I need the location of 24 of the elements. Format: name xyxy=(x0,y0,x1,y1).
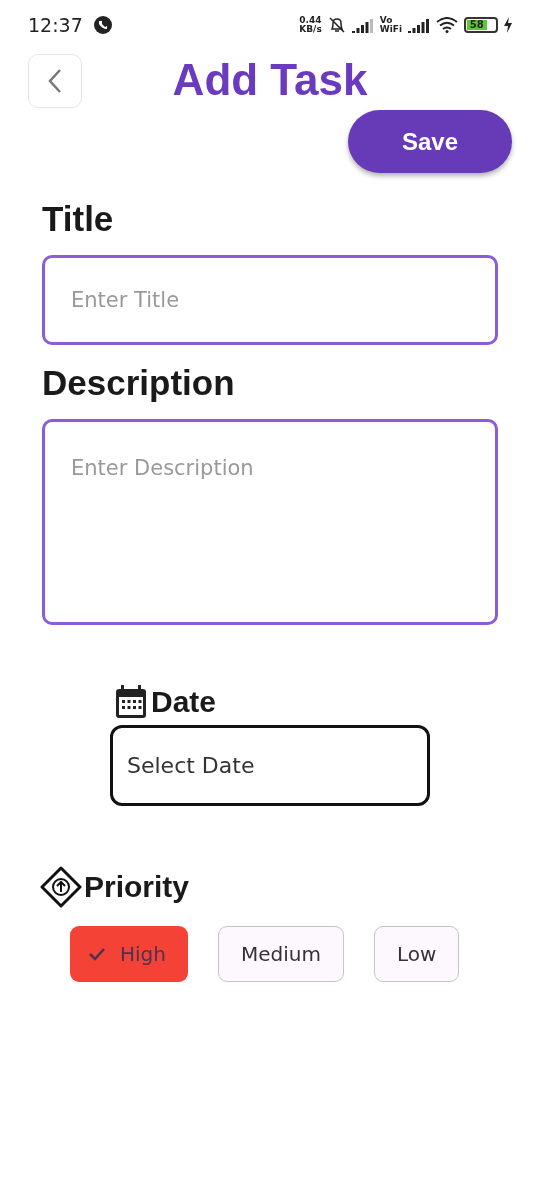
muted-bell-icon xyxy=(327,16,346,34)
status-time: 12:37 xyxy=(28,14,83,36)
battery-icon: 58 xyxy=(464,17,498,33)
vowifi-label: Vo WiFi xyxy=(379,16,402,34)
arrow-up-diamond-icon xyxy=(40,866,82,908)
wifi-icon xyxy=(436,17,458,33)
priority-label: Priority xyxy=(84,870,190,904)
page-title: Add Task xyxy=(172,55,368,105)
field-label: Title xyxy=(42,199,115,239)
priority-chip[interactable]: Medium xyxy=(217,926,344,982)
chevron-left-icon xyxy=(48,68,62,94)
charging-icon xyxy=(504,17,512,33)
date-field[interactable]: Select Date xyxy=(110,725,430,806)
signal-icon xyxy=(408,17,430,33)
signal-icon xyxy=(351,17,374,33)
phone-icon xyxy=(92,15,113,35)
calendar-icon xyxy=(115,685,147,719)
back-button[interactable] xyxy=(28,54,82,108)
network-speed: 0.44 KB/s xyxy=(299,16,322,34)
field-label: Description xyxy=(42,363,236,403)
priority-chip[interactable]: Low xyxy=(373,926,460,982)
save-button[interactable]: Save xyxy=(348,110,512,173)
date-label: Date xyxy=(151,685,217,719)
check-icon xyxy=(88,947,106,961)
